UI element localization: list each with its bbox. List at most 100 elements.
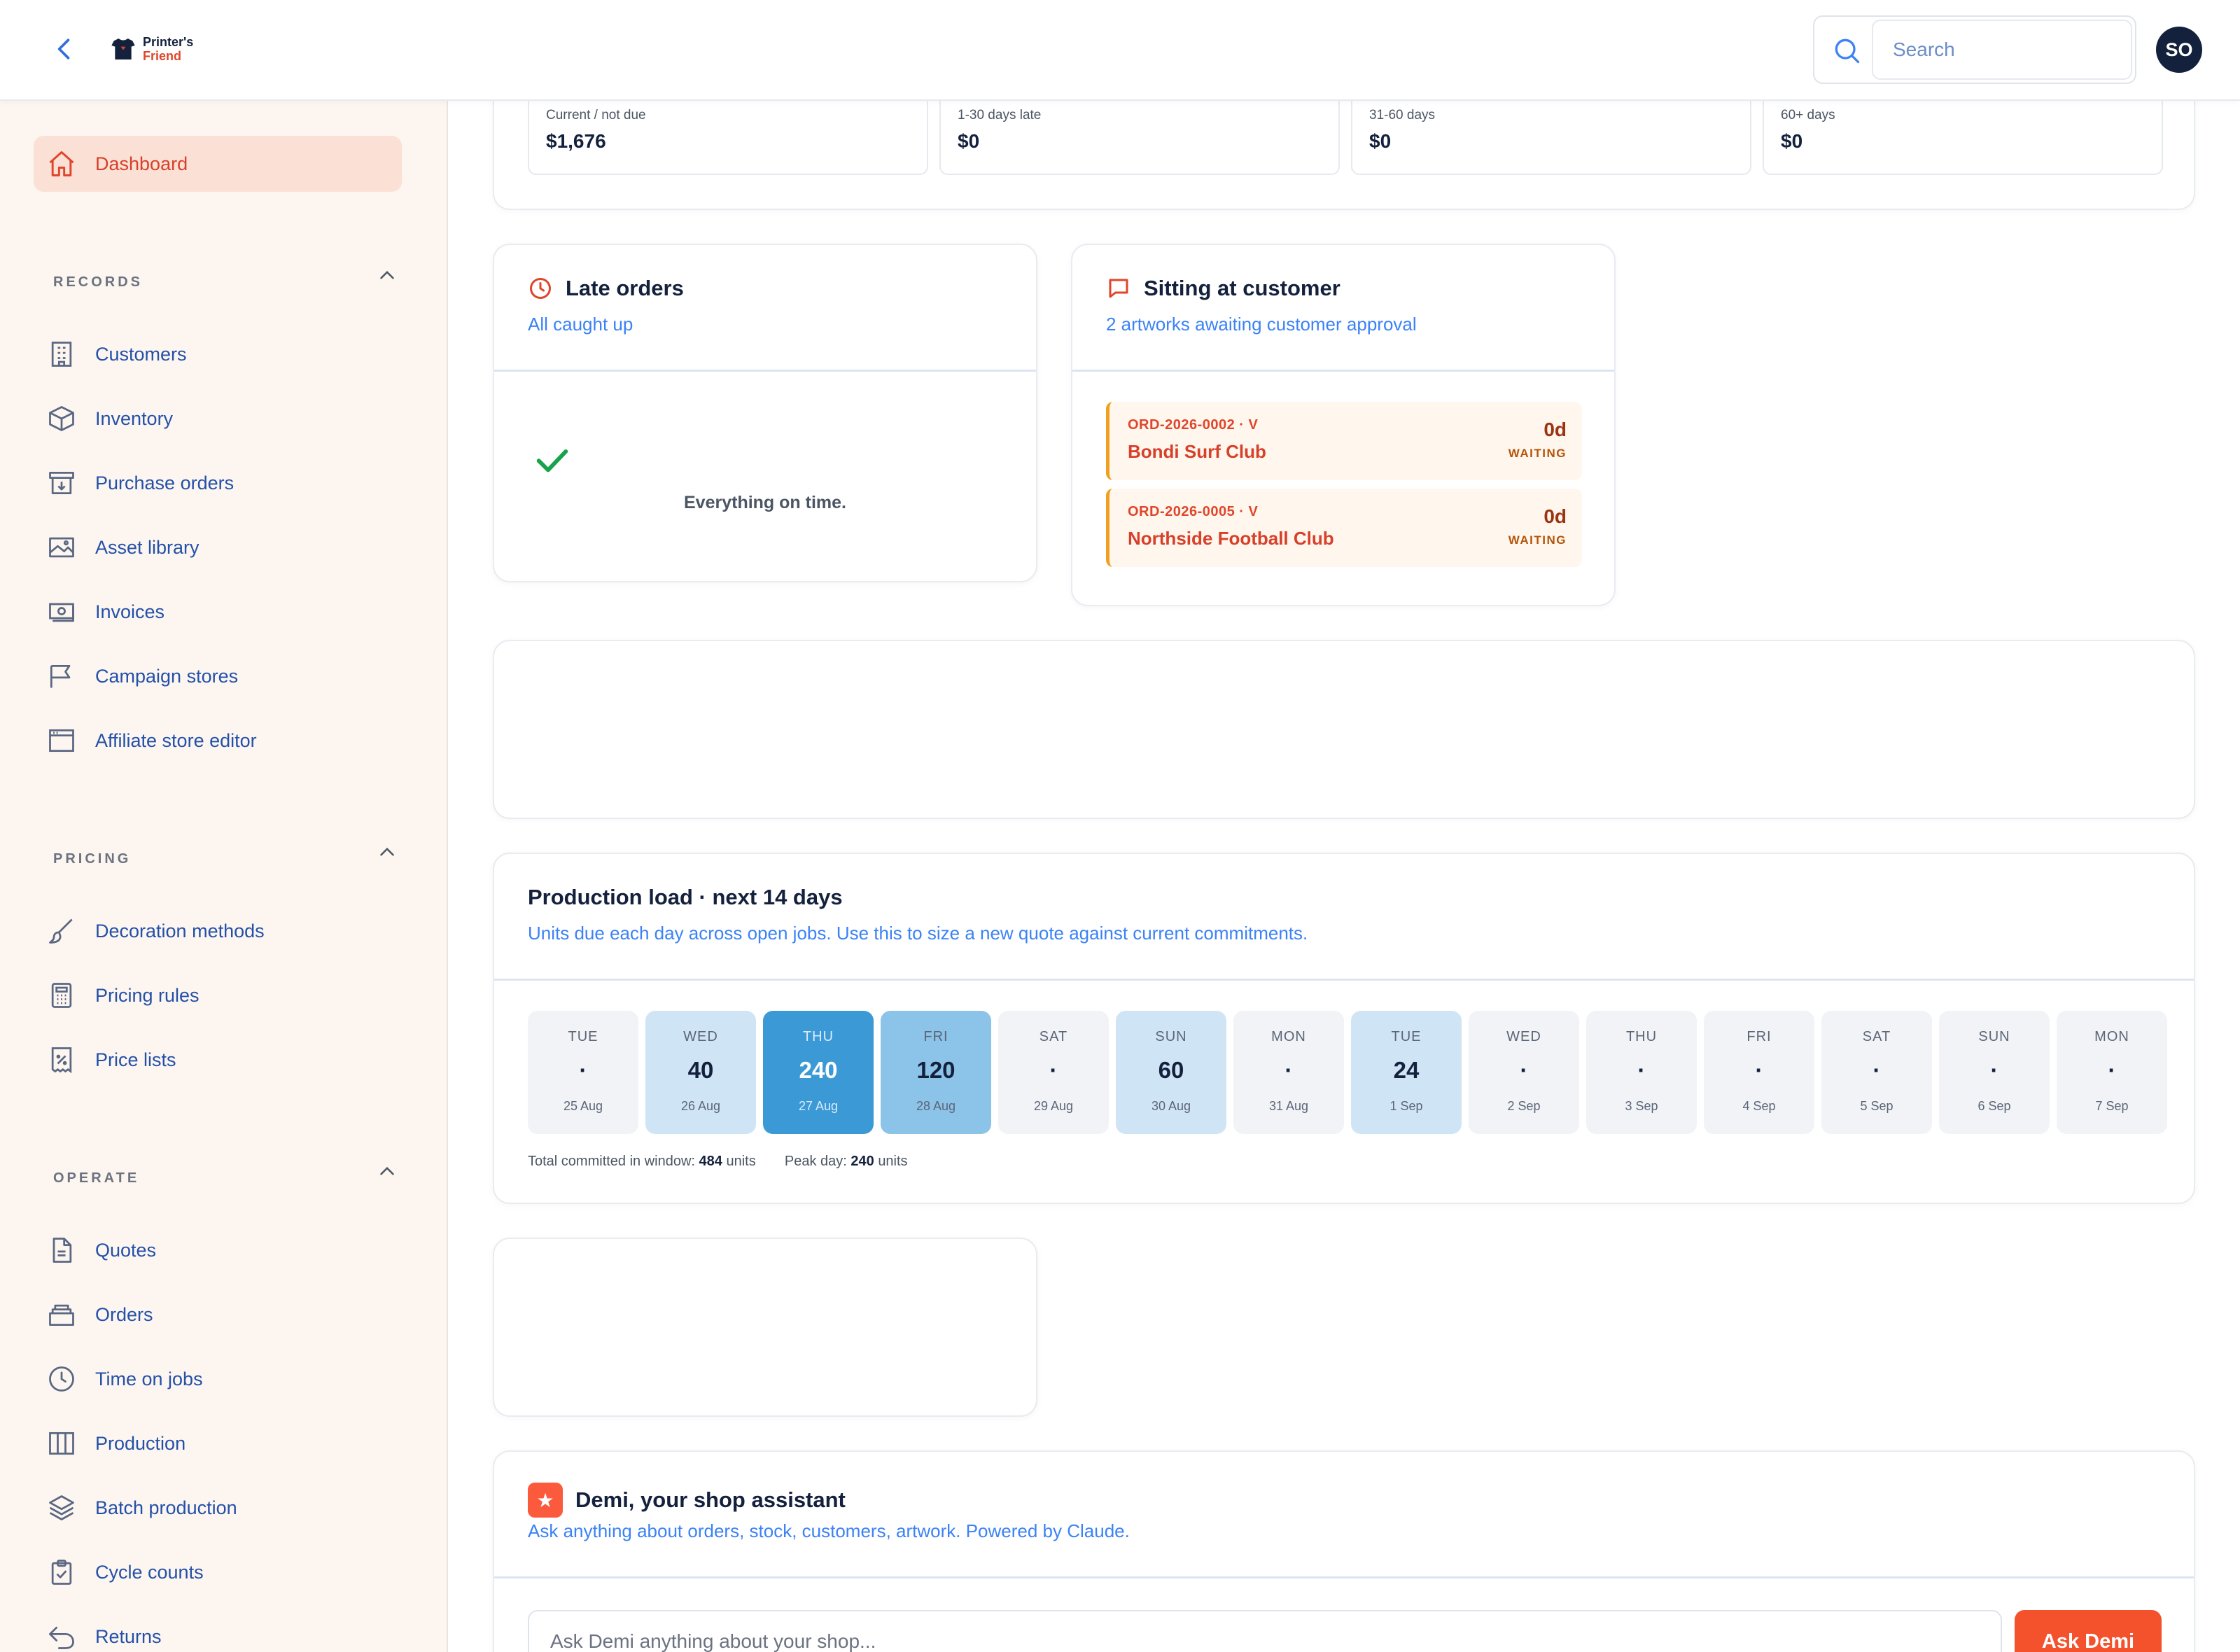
card-title: Late orders	[566, 276, 684, 300]
sidebar-item-label: Customers	[95, 343, 187, 365]
sidebar-item-time-on-jobs[interactable]: Time on jobs	[34, 1354, 402, 1404]
day-date: 4 Sep	[1742, 1099, 1776, 1113]
sidebar-item-batch-production[interactable]: Batch production	[34, 1483, 402, 1533]
sidebar-item-affiliate-store-editor[interactable]: Affiliate store editor	[34, 715, 402, 766]
sidebar-item-purchase-orders[interactable]: Purchase orders	[34, 458, 402, 508]
production-summary: Total committed in window: 484 units Pea…	[528, 1154, 908, 1170]
production-day-tile[interactable]: SUN 60 30 Aug	[1116, 1011, 1226, 1134]
production-day-tile[interactable]: FRI 120 28 Aug	[881, 1011, 991, 1134]
aging-bucket-1-30: 1-30 days late $0	[939, 98, 1340, 175]
search-input[interactable]	[1872, 20, 2132, 80]
units-word: units	[878, 1154, 908, 1169]
chevron-up-icon[interactable]	[375, 1159, 399, 1183]
day-units: ·	[1520, 1057, 1528, 1083]
production-day-tile[interactable]: SUN · 6 Sep	[1939, 1011, 2050, 1134]
sidebar-item-price-lists[interactable]: Price lists	[34, 1035, 402, 1085]
sidebar-item-quotes[interactable]: Quotes	[34, 1225, 402, 1275]
columns-icon	[49, 1432, 74, 1455]
sidebar-item-label: Invoices	[95, 601, 165, 622]
sidebar-item-label: Cycle counts	[95, 1561, 204, 1583]
production-day-tile[interactable]: MON · 31 Aug	[1233, 1011, 1344, 1134]
sidebar-item-dashboard[interactable]: Dashboard	[34, 136, 402, 192]
production-day-tile[interactable]: WED 40 26 Aug	[645, 1011, 756, 1134]
day-date: 6 Sep	[1977, 1099, 2011, 1113]
card-title: Demi, your shop assistant	[575, 1488, 846, 1512]
production-day-tile[interactable]: SAT · 29 Aug	[998, 1011, 1109, 1134]
aging-bucket-60-plus: 60+ days $0	[1763, 98, 2163, 175]
sidebar-item-label: Quotes	[95, 1239, 157, 1261]
section-title-pricing: PRICING	[53, 851, 132, 867]
day-date: 1 Sep	[1390, 1099, 1423, 1113]
card-title: Production load · next 14 days	[528, 885, 843, 909]
ask-demi-button[interactable]: Ask Demi	[2015, 1610, 2162, 1652]
section-title-records: RECORDS	[53, 274, 144, 290]
production-day-tile[interactable]: SAT · 5 Sep	[1821, 1011, 1932, 1134]
sidebar-item-production[interactable]: Production	[34, 1418, 402, 1469]
sidebar-item-label: Purchase orders	[95, 472, 234, 493]
sparkle-star-icon: ★	[528, 1483, 563, 1518]
tshirt-icon	[111, 38, 135, 59]
brush-icon	[49, 918, 73, 944]
return-arrow-icon	[49, 1626, 74, 1649]
day-units: 40	[687, 1057, 714, 1083]
top-header: Printer's Friend SO	[0, 0, 2240, 101]
inbox-stack-icon	[49, 1304, 74, 1326]
sidebar-item-invoices[interactable]: Invoices	[34, 587, 402, 637]
sidebar-item-label: Pricing rules	[95, 984, 200, 1006]
day-date: 26 Aug	[680, 1099, 721, 1113]
sidebar-item-inventory[interactable]: Inventory	[34, 393, 402, 444]
pending-order-row[interactable]: ORD-2026-0005 · V Northside Football Clu…	[1106, 489, 1582, 567]
sidebar-item-decoration-methods[interactable]: Decoration methods	[34, 906, 402, 956]
empty-state-message: Everything on time.	[684, 493, 846, 512]
day-units: 120	[916, 1057, 955, 1083]
production-day-tile[interactable]: WED · 2 Sep	[1469, 1011, 1579, 1134]
day-date: 5 Sep	[1860, 1099, 1893, 1113]
chevron-up-icon[interactable]	[375, 840, 399, 864]
sidebar-item-label: Returns	[95, 1625, 162, 1647]
search-icon[interactable]	[1831, 35, 1862, 66]
assistant-question-input[interactable]	[528, 1610, 2002, 1652]
day-units: ·	[579, 1057, 587, 1083]
sidebar-item-orders[interactable]: Orders	[34, 1289, 402, 1340]
day-weekday: FRI	[1746, 1029, 1772, 1044]
production-day-tile[interactable]: TUE 24 1 Sep	[1351, 1011, 1462, 1134]
back-chevron-icon[interactable]	[49, 34, 80, 64]
day-weekday: MON	[1271, 1029, 1306, 1044]
sidebar-item-campaign-stores[interactable]: Campaign stores	[34, 651, 402, 701]
units-word: units	[726, 1154, 756, 1169]
sidebar-item-returns[interactable]: Returns	[34, 1611, 402, 1652]
clock-alert-icon	[530, 278, 551, 299]
day-units: 240	[799, 1057, 838, 1083]
pending-order-row[interactable]: ORD-2026-0002 · V Bondi Surf Club 0d WAI…	[1106, 402, 1582, 480]
production-day-tile[interactable]: TUE · 25 Aug	[528, 1011, 638, 1134]
card-title: Sitting at customer	[1144, 276, 1340, 300]
day-date: 7 Sep	[2095, 1099, 2129, 1113]
sidebar-item-label: Production	[95, 1432, 186, 1454]
empty-widget-card	[493, 640, 2195, 819]
production-day-tile[interactable]: MON · 7 Sep	[2057, 1011, 2167, 1134]
card-subtitle: 2 artworks awaiting customer approval	[1106, 314, 1417, 335]
production-load-card: Production load · next 14 days Units due…	[493, 853, 2195, 1204]
card-header: Sitting at customer	[1106, 276, 1340, 301]
peak-label: Peak day:	[784, 1154, 847, 1169]
sidebar-item-pricing-rules[interactable]: Pricing rules	[34, 970, 402, 1021]
aging-label: Current / not due	[546, 108, 646, 122]
empty-widget-card-small	[493, 1238, 1037, 1417]
sidebar-item-asset-library[interactable]: Asset library	[34, 522, 402, 573]
sidebar-item-label: Orders	[95, 1303, 153, 1325]
sidebar-item-cycle-counts[interactable]: Cycle counts	[34, 1547, 402, 1597]
production-day-tile[interactable]: THU 240 27 Aug	[763, 1011, 874, 1134]
days-waiting: 0d	[1544, 505, 1567, 527]
day-weekday: TUE	[1391, 1029, 1422, 1044]
production-day-tile[interactable]: THU · 3 Sep	[1586, 1011, 1697, 1134]
sidebar-item-customers[interactable]: Customers	[34, 329, 402, 379]
building-icon	[51, 342, 72, 367]
day-date: 31 Aug	[1268, 1099, 1309, 1113]
user-avatar[interactable]: SO	[2156, 27, 2202, 73]
production-day-tile[interactable]: FRI · 4 Sep	[1704, 1011, 1814, 1134]
brand-logo[interactable]: Printer's Friend	[109, 35, 193, 63]
divider	[494, 1576, 2194, 1578]
chevron-up-icon[interactable]	[375, 263, 399, 287]
divider	[494, 979, 2194, 981]
day-date: 30 Aug	[1151, 1099, 1191, 1113]
